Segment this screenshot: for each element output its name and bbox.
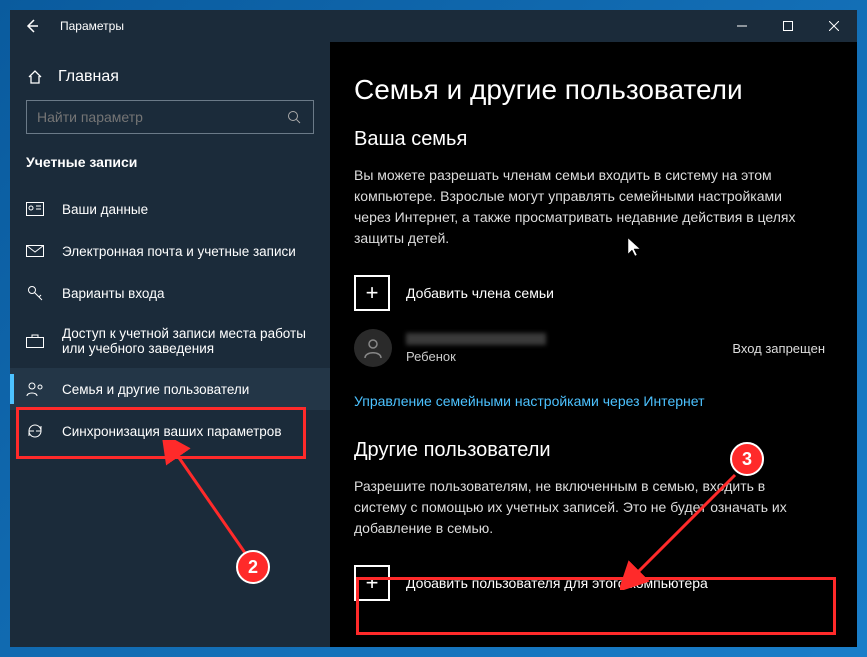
sync-icon <box>26 422 44 440</box>
main-content: Семья и другие пользователи Ваша семья В… <box>330 42 857 647</box>
sidebar: Главная Учетные записи Ваши данные Элект… <box>10 42 330 647</box>
maximize-icon <box>783 21 793 31</box>
nav-signin-options[interactable]: Варианты входа <box>10 272 330 314</box>
member-name-redacted <box>406 333 546 345</box>
home-label: Главная <box>58 68 119 86</box>
step-badge-3: 3 <box>730 442 764 476</box>
minimize-icon <box>737 21 747 31</box>
member-role: Ребенок <box>406 349 718 364</box>
nav-label: Семья и другие пользователи <box>62 382 249 397</box>
nav-sync[interactable]: Синхронизация ваших параметров <box>10 410 330 452</box>
nav-label: Ваши данные <box>62 202 148 217</box>
maximize-button[interactable] <box>765 10 811 42</box>
add-other-user[interactable]: + Добавить пользователя для этого компью… <box>354 557 825 609</box>
nav-work-school[interactable]: Доступ к учетной записи места работы или… <box>10 314 330 368</box>
add-other-label: Добавить пользователя для этого компьюте… <box>406 575 708 591</box>
search-box[interactable] <box>26 100 314 134</box>
minimize-button[interactable] <box>719 10 765 42</box>
home-nav[interactable]: Главная <box>10 60 330 100</box>
back-arrow-icon <box>24 18 40 34</box>
nav-family-users[interactable]: Семья и другие пользователи <box>10 368 330 410</box>
category-heading: Учетные записи <box>10 154 330 188</box>
briefcase-icon <box>26 332 44 350</box>
plus-icon: + <box>354 275 390 311</box>
nav-email-accounts[interactable]: Электронная почта и учетные записи <box>10 230 330 272</box>
nav-label: Электронная почта и учетные записи <box>62 244 296 259</box>
nav-label: Доступ к учетной записи места работы или… <box>62 326 314 356</box>
close-button[interactable] <box>811 10 857 42</box>
mail-icon <box>26 242 44 260</box>
avatar <box>354 329 392 367</box>
page-heading: Семья и другие пользователи <box>354 74 825 106</box>
plus-icon: + <box>354 565 390 601</box>
key-icon <box>26 284 44 302</box>
other-users-description: Разрешите пользователям, не включенным в… <box>354 476 814 539</box>
nav-label: Синхронизация ваших параметров <box>62 424 282 439</box>
settings-window: Параметры Главная Учетные записи Ваши да… <box>10 10 857 647</box>
manage-family-link[interactable]: Управление семейными настройками через И… <box>354 393 704 409</box>
titlebar: Параметры <box>10 10 857 42</box>
search-icon <box>285 108 303 126</box>
people-icon <box>26 380 44 398</box>
add-family-label: Добавить члена семьи <box>406 285 554 301</box>
back-button[interactable] <box>10 10 54 42</box>
nav-your-info[interactable]: Ваши данные <box>10 188 330 230</box>
id-card-icon <box>26 200 44 218</box>
add-family-member[interactable]: + Добавить члена семьи <box>354 267 825 319</box>
family-member-row[interactable]: Ребенок Вход запрещен <box>354 319 825 375</box>
step-badge-2: 2 <box>236 550 270 584</box>
member-status: Вход запрещен <box>732 341 825 356</box>
nav-label: Варианты входа <box>62 286 165 301</box>
search-input[interactable] <box>37 109 285 125</box>
family-description: Вы можете разрешать членам семьи входить… <box>354 165 814 249</box>
window-title: Параметры <box>54 19 719 33</box>
family-heading: Ваша семья <box>354 128 825 151</box>
home-icon <box>26 68 44 86</box>
close-icon <box>829 21 839 31</box>
